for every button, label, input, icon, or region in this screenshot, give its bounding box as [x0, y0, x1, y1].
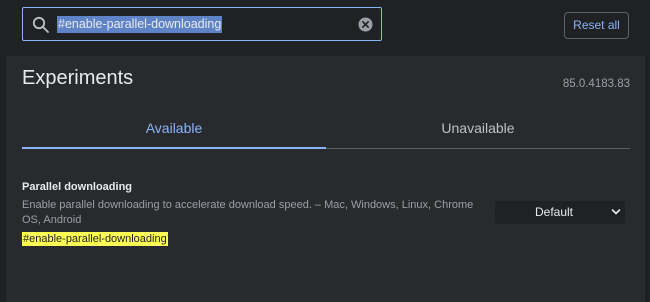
selected-tab-indicator: [22, 147, 326, 149]
version-label: 85.0.4183.83: [562, 78, 630, 90]
experiment-name: Parallel downloading: [22, 181, 133, 193]
experiment-state-value: Default: [534, 205, 574, 219]
search-icon: [32, 16, 49, 33]
experiments-panel: Experiments 85.0.4183.83 Available Unava…: [6, 56, 645, 302]
tab-unavailable[interactable]: Unavailable: [326, 108, 630, 148]
tab-available[interactable]: Available: [22, 108, 326, 148]
chevron-down-icon: [611, 209, 621, 215]
reset-all-button[interactable]: Reset all: [564, 12, 629, 39]
search-box[interactable]: #enable-parallel-downloading: [22, 7, 382, 41]
experiment-state-select[interactable]: Default: [495, 201, 625, 224]
top-bar: #enable-parallel-downloading Reset all: [0, 0, 650, 56]
tab-bar: Available Unavailable: [22, 108, 630, 149]
clear-icon[interactable]: [358, 17, 373, 32]
experiment-hash-link[interactable]: #enable-parallel-downloading: [22, 232, 168, 246]
experiment-description: Enable parallel downloading to accelerat…: [22, 199, 474, 226]
page-title: Experiments: [22, 67, 134, 89]
search-input[interactable]: #enable-parallel-downloading: [57, 16, 223, 33]
